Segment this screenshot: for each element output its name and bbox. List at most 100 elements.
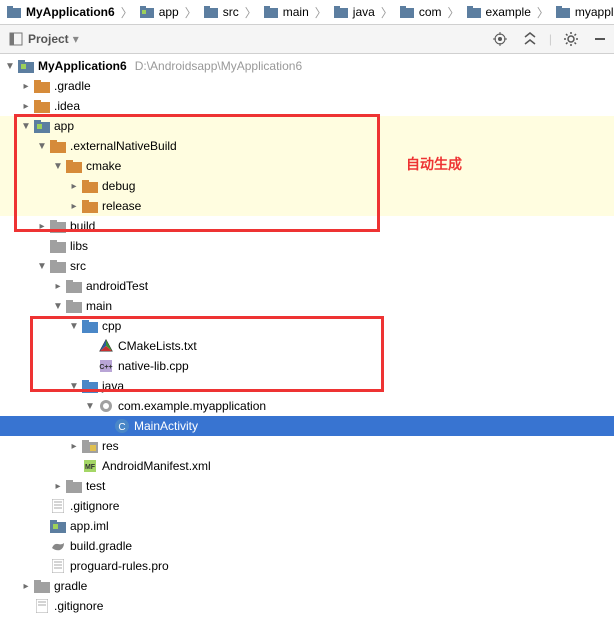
collapse-arrow-icon[interactable]: ▸ <box>68 200 80 212</box>
tree-label: app <box>54 119 74 133</box>
tree-label: .gitignore <box>54 599 103 613</box>
hide-icon[interactable] <box>590 31 610 47</box>
collapse-arrow-icon[interactable]: ▸ <box>52 280 64 292</box>
breadcrumb-java[interactable]: java <box>331 4 377 20</box>
expand-arrow-icon[interactable]: ▼ <box>20 120 32 132</box>
tree-item-java[interactable]: ▼ java <box>0 376 614 396</box>
folder-grey-icon <box>66 298 82 314</box>
breadcrumb-sep: 〉 <box>444 4 464 21</box>
tree-item-build[interactable]: ▸ build <box>0 216 614 236</box>
breadcrumb-label: java <box>353 5 375 19</box>
folder-orange-icon <box>50 138 66 154</box>
tree-item-package[interactable]: ▼ com.example.myapplication <box>0 396 614 416</box>
tree-item-idea[interactable]: ▸ .idea <box>0 96 614 116</box>
breadcrumb-myapplication[interactable]: myapplication <box>553 4 614 20</box>
breadcrumb-bar: MyApplication6 〉 app 〉 src 〉 main 〉 java… <box>0 0 614 25</box>
collapse-arrow-icon[interactable]: ▸ <box>52 480 64 492</box>
collapse-icon[interactable] <box>519 30 541 48</box>
toolbar-sep: | <box>549 32 552 46</box>
breadcrumb-label: com <box>419 5 442 19</box>
annotation-text: 自动生成 <box>406 154 462 174</box>
tree-item-app[interactable]: ▼ app <box>0 116 614 136</box>
folder-res-icon <box>82 438 98 454</box>
tree-item-manifest[interactable]: MF AndroidManifest.xml <box>0 456 614 476</box>
collapse-arrow-icon[interactable]: ▸ <box>36 220 48 232</box>
gear-icon[interactable] <box>560 30 582 48</box>
tree-item-release[interactable]: ▸ release <box>0 196 614 216</box>
expand-arrow-icon[interactable]: ▼ <box>68 380 80 392</box>
tree-item-res[interactable]: ▸ res <box>0 436 614 456</box>
breadcrumb-sep: 〉 <box>311 4 331 21</box>
folder-grey-icon <box>66 278 82 294</box>
svg-text:C: C <box>118 422 125 433</box>
expand-arrow-icon[interactable]: ▼ <box>52 160 64 172</box>
module-folder-icon <box>18 58 34 74</box>
project-tree: ▼ MyApplication6D:\Androidsapp\MyApplica… <box>0 54 614 627</box>
expand-arrow-icon[interactable]: ▼ <box>4 60 16 72</box>
tree-item-gitignore[interactable]: .gitignore <box>0 496 614 516</box>
tree-label: build.gradle <box>70 539 132 553</box>
tree-item-test[interactable]: ▸ test <box>0 476 614 496</box>
tree-item-debug[interactable]: ▸ debug <box>0 176 614 196</box>
tree-item-androidtest[interactable]: ▸ androidTest <box>0 276 614 296</box>
folder-orange-icon <box>34 98 50 114</box>
tree-item-nativelib[interactable]: C++ native-lib.cpp <box>0 356 614 376</box>
folder-blue-icon <box>82 318 98 334</box>
tree-item-cmake[interactable]: ▼ cmake <box>0 156 614 176</box>
breadcrumb-main[interactable]: main <box>261 4 311 20</box>
expand-arrow-icon[interactable]: ▼ <box>52 300 64 312</box>
breadcrumb-root[interactable]: MyApplication6 <box>4 4 117 20</box>
tree-label: debug <box>102 179 135 193</box>
tree-item-appiml[interactable]: app.iml <box>0 516 614 536</box>
tree-label: res <box>102 439 119 453</box>
tree-path-hint: D:\Androidsapp\MyApplication6 <box>135 59 302 73</box>
tree-item-gradle-dir[interactable]: ▸ .gradle <box>0 76 614 96</box>
expand-arrow-icon[interactable]: ▼ <box>36 140 48 152</box>
folder-icon <box>263 4 279 20</box>
breadcrumb-example[interactable]: example <box>464 4 533 20</box>
tree-item-gradle[interactable]: ▸ gradle <box>0 576 614 596</box>
tree-label: CMakeLists.txt <box>118 339 197 353</box>
collapse-arrow-icon[interactable]: ▸ <box>20 580 32 592</box>
breadcrumb-sep: 〉 <box>117 4 137 21</box>
tree-item-src[interactable]: ▼ src <box>0 256 614 276</box>
tree-item-gitignore2[interactable]: .gitignore <box>0 596 614 616</box>
tree-item-cmakelists[interactable]: CMakeLists.txt <box>0 336 614 356</box>
tree-label: .gitignore <box>70 499 119 513</box>
tree-item-proguard[interactable]: proguard-rules.pro <box>0 556 614 576</box>
project-label: Project <box>28 32 69 46</box>
tree-root[interactable]: ▼ MyApplication6D:\Androidsapp\MyApplica… <box>0 56 614 76</box>
breadcrumb-app[interactable]: app <box>137 4 181 20</box>
expand-arrow-icon[interactable]: ▼ <box>84 400 96 412</box>
collapse-arrow-icon[interactable]: ▸ <box>68 440 80 452</box>
collapse-arrow-icon[interactable]: ▸ <box>20 80 32 92</box>
tree-item-libs[interactable]: libs <box>0 236 614 256</box>
tree-item-main[interactable]: ▼ main <box>0 296 614 316</box>
text-file-icon <box>50 558 66 574</box>
tree-label: cmake <box>86 159 121 173</box>
breadcrumb-com[interactable]: com <box>397 4 444 20</box>
dropdown-arrow-icon: ▾ <box>73 32 79 46</box>
tree-label: .idea <box>54 99 80 113</box>
collapse-arrow-icon[interactable]: ▸ <box>68 180 80 192</box>
tree-label: MainActivity <box>134 419 198 433</box>
tree-label: com.example.myapplication <box>118 399 266 413</box>
expand-arrow-icon[interactable]: ▼ <box>68 320 80 332</box>
breadcrumb-sep: 〉 <box>241 4 261 21</box>
tree-label: java <box>102 379 124 393</box>
project-view-selector[interactable]: Project ▾ <box>4 29 83 49</box>
breadcrumb-label: myapplication <box>575 5 614 19</box>
folder-icon <box>399 4 415 20</box>
tree-item-cpp[interactable]: ▼ cpp <box>0 316 614 336</box>
tree-item-buildgradle[interactable]: build.gradle <box>0 536 614 556</box>
tree-label: androidTest <box>86 279 148 293</box>
breadcrumb-src[interactable]: src <box>201 4 241 20</box>
tree-item-mainactivity[interactable]: C MainActivity <box>0 416 614 436</box>
expand-arrow-icon[interactable]: ▼ <box>36 260 48 272</box>
text-file-icon <box>50 498 66 514</box>
collapse-arrow-icon[interactable]: ▸ <box>20 100 32 112</box>
tree-item-external[interactable]: ▼ .externalNativeBuild <box>0 136 614 156</box>
tree-label: .gradle <box>54 79 91 93</box>
target-icon[interactable] <box>489 30 511 48</box>
folder-icon <box>203 4 219 20</box>
